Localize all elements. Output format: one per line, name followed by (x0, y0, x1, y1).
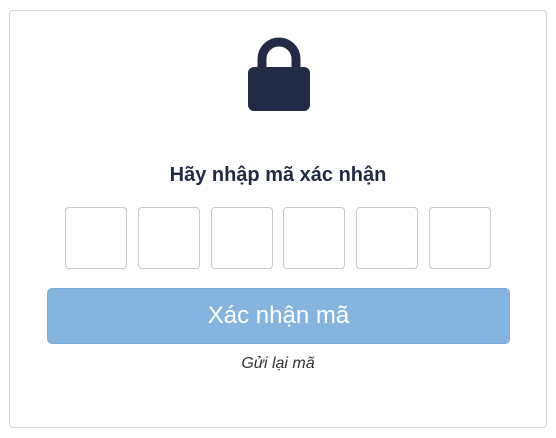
code-digit-3[interactable] (210, 207, 273, 269)
resend-code-link[interactable]: Gửi lại mã (10, 354, 546, 374)
code-digit-1[interactable] (65, 207, 127, 269)
code-input-group (65, 207, 491, 269)
code-digit-5[interactable] (356, 207, 419, 269)
confirm-code-button[interactable]: Xác nhận mã (47, 288, 510, 344)
lock-icon (248, 35, 310, 111)
code-digit-6[interactable] (428, 207, 491, 269)
page-title: Hãy nhập mã xác nhận (169, 164, 387, 186)
verification-card: Hãy nhập mã xác nhận Xác nhận mã Gửi lại… (9, 10, 547, 428)
code-digit-4[interactable] (283, 207, 346, 269)
code-digit-2[interactable] (137, 207, 200, 269)
